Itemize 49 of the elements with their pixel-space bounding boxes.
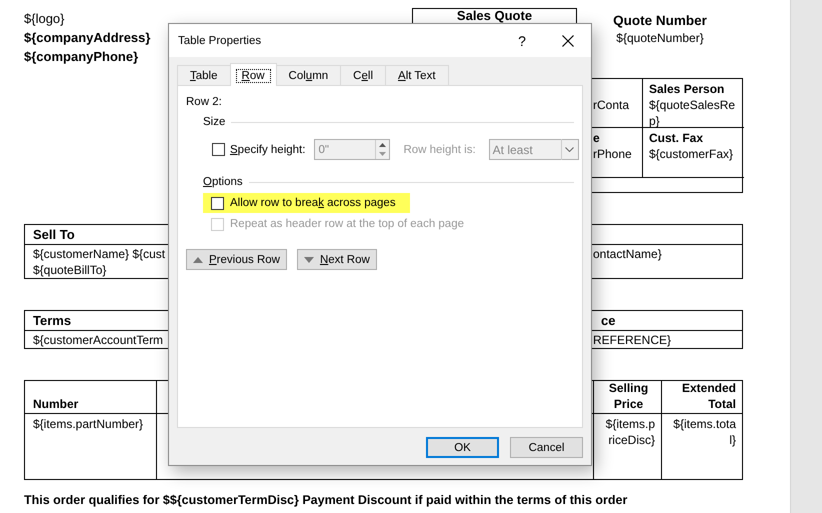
cell-text: ${customerAccountTerm: [33, 332, 164, 348]
cell-text: ${customerName} ${cust: [33, 246, 166, 262]
help-button[interactable]: ?: [499, 32, 545, 50]
group-title: Options: [203, 175, 243, 190]
column-header: Selling Price: [608, 380, 650, 412]
checkbox-label[interactable]: Specify height:: [230, 142, 306, 158]
cell-text: ${items.total}: [672, 416, 736, 448]
tab[interactable]: Alt Text: [385, 65, 449, 85]
section-heading: Terms: [32, 313, 72, 328]
next-row-button[interactable]: Next Row: [296, 249, 377, 270]
header-text: ${companyAddress}: [24, 29, 150, 47]
cell-text: ${customerFax}: [649, 146, 734, 162]
header-text: ${logo}: [24, 10, 64, 28]
dialog-title: Table Properties: [178, 34, 262, 48]
section-heading: Sell To: [32, 227, 75, 242]
ok-button[interactable]: OK: [426, 437, 499, 458]
field-label: Row height is:: [403, 142, 476, 158]
section-heading: ce: [600, 313, 616, 328]
checkbox-label[interactable]: Allow row to break across pages: [230, 195, 396, 211]
chevron-down-icon: [565, 147, 574, 152]
quote-number-value: ${quoteNumber}: [616, 30, 704, 46]
triangle-up-icon: [193, 256, 203, 262]
triangle-down-icon: [304, 256, 314, 262]
cell-text: Cust. Fax: [649, 130, 704, 146]
cell-text: ${items.partNumber}: [33, 416, 144, 432]
cancel-button[interactable]: Cancel: [510, 437, 583, 458]
cell-text: e: [593, 130, 600, 146]
previous-row-button[interactable]: Previous Row: [186, 249, 287, 270]
cell-text: ontactName}: [593, 247, 662, 261]
tab[interactable]: Row: [230, 63, 277, 86]
column-header: Number: [33, 396, 78, 412]
group-title: Size: [203, 115, 226, 130]
tab[interactable]: Table: [177, 65, 230, 85]
column-header: Extended Total: [680, 380, 736, 412]
checkbox[interactable]: [211, 196, 224, 210]
header-text: ${companyPhone}: [24, 48, 138, 66]
quote-number-label: Quote Number: [613, 12, 707, 30]
note-text: This order qualifies for $${customerTermDisc} Payment Discount if paid within the terms of this order: [24, 492, 628, 508]
cell-text: ${quoteBillTo}: [33, 262, 106, 278]
cell-text: REFERENCE}: [593, 333, 672, 347]
cell-text: Sales Person: [649, 81, 726, 97]
checkbox[interactable]: [212, 143, 225, 156]
cell-text: rPhone: [593, 146, 632, 162]
document-title: Sales Quote: [456, 8, 532, 23]
close-icon: [562, 34, 574, 46]
cell-text: ${items.priceDisc}: [604, 416, 655, 448]
cell-text: rConta: [593, 97, 630, 113]
cell-text: ${quoteSalesRep}: [649, 97, 736, 129]
row-label: Row 2:: [186, 95, 222, 110]
